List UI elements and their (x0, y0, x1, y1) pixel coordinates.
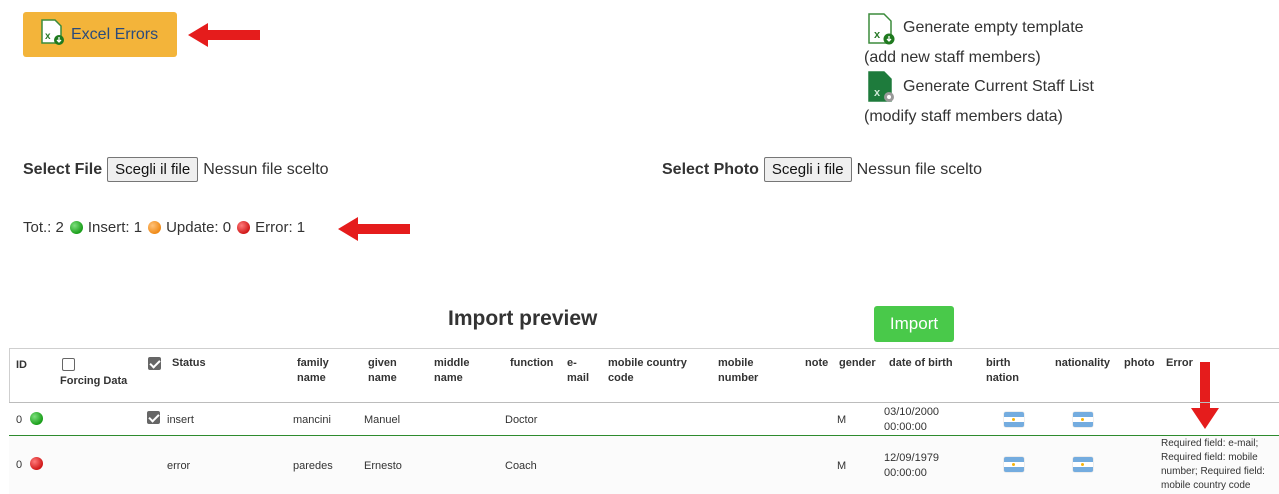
import-preview-title: Import preview (448, 307, 598, 330)
annotation-arrow-left-icon (338, 217, 410, 241)
file-status-text: Nessun file scelto (203, 160, 329, 178)
cell-id: 0 (16, 459, 23, 471)
cell-id: 0 (16, 414, 23, 426)
select-file-row: Select File Scegli il file Nessun file s… (23, 157, 329, 182)
header-error: Error (1166, 357, 1193, 369)
error-status-icon (237, 221, 251, 234)
cell-error-message: Required field: e-mail; Required field: … (1161, 438, 1265, 491)
header-function: function (510, 357, 554, 369)
cell-status: insert (167, 414, 194, 426)
svg-text:x: x (874, 29, 881, 41)
header-note: note (805, 357, 829, 369)
cell-date-of-birth: 03/10/2000 00:00:00 (884, 406, 940, 433)
header-mobile-country-code: mobile country code (608, 357, 687, 384)
table-row: 0 insert mancini Manuel Doctor M 03/10/2… (9, 402, 1279, 435)
cell-family-name: paredes (293, 460, 333, 472)
insert-status-icon (69, 221, 83, 234)
generate-empty-template-label: Generate empty template (903, 19, 1084, 36)
cell-function: Doctor (505, 414, 538, 426)
header-birth-nation: birth nation (986, 357, 1019, 384)
cell-family-name: mancini (293, 414, 331, 426)
status-select-all-checkbox[interactable] (148, 357, 161, 370)
header-given-name: given name (368, 357, 397, 384)
update-count: Update: 0 (166, 219, 232, 236)
excel-file-icon: x (39, 18, 65, 51)
import-summary: Tot.: 2 Insert: 1 Update: 0 Error: 1 (23, 219, 305, 236)
row-status-checkbox[interactable] (147, 411, 160, 424)
cell-given-name: Manuel (364, 414, 401, 426)
current-staff-list-description: (modify staff members data) (864, 108, 1063, 125)
svg-text:x: x (874, 87, 881, 99)
table-row: 0 error paredes Ernesto Coach M 12/09/19… (9, 435, 1279, 494)
select-photo-label: Select Photo (662, 160, 759, 178)
svg-text:x: x (45, 31, 51, 42)
row-status-icon (30, 457, 43, 470)
argentina-flag-icon (1004, 457, 1024, 472)
header-photo: photo (1124, 357, 1155, 369)
cell-function: Coach (505, 460, 537, 472)
import-preview-table: ID Forcing Data Status family name given… (9, 348, 1279, 494)
total-count: Tot.: 2 (23, 219, 64, 236)
import-button[interactable]: Import (874, 306, 954, 342)
header-date-of-birth: date of birth (889, 357, 953, 369)
table-header: ID Forcing Data Status family name given… (9, 348, 1279, 402)
excel-staff-list-icon: x (866, 70, 896, 109)
insert-count: Insert: 1 (87, 219, 143, 236)
row-status-icon (30, 412, 43, 425)
argentina-flag-icon (1073, 412, 1093, 427)
header-mobile-number: mobile number (718, 357, 759, 384)
update-status-icon (148, 221, 162, 234)
header-email: e-mail (567, 357, 590, 384)
header-gender: gender (839, 357, 876, 369)
argentina-flag-icon (1073, 457, 1093, 472)
excel-errors-label: Excel Errors (71, 25, 159, 43)
argentina-flag-icon (1004, 412, 1024, 427)
cell-gender: M (837, 460, 847, 472)
cell-given-name: Ernesto (364, 460, 402, 472)
header-middle-name: middle name (434, 357, 470, 384)
cell-gender: M (837, 414, 847, 426)
excel-template-icon: x (866, 12, 896, 51)
header-nationality: nationality (1055, 357, 1111, 369)
cell-date-of-birth: 12/09/1979 00:00:00 (884, 452, 940, 479)
select-file-label: Select File (23, 160, 103, 178)
forcing-data-select-all-checkbox[interactable] (62, 358, 75, 371)
photo-status-text: Nessun file scelto (856, 160, 982, 178)
empty-template-description: (add new staff members) (864, 49, 1041, 66)
choose-file-button[interactable]: Scegli il file (107, 157, 199, 182)
choose-photo-button[interactable]: Scegli i file (763, 157, 852, 182)
header-family-name: family name (297, 357, 329, 384)
generate-current-staff-list-label: Generate Current Staff List (903, 78, 1094, 95)
header-forcing-data: Forcing Data (60, 375, 128, 387)
header-id: ID (16, 359, 27, 371)
select-photo-row: Select Photo Scegli i file Nessun file s… (662, 157, 982, 182)
cell-status: error (167, 460, 191, 472)
error-count: Error: 1 (255, 219, 306, 236)
annotation-arrow-left-icon (188, 23, 260, 47)
excel-errors-button[interactable]: x Excel Errors (23, 12, 177, 57)
header-status: Status (172, 357, 206, 369)
